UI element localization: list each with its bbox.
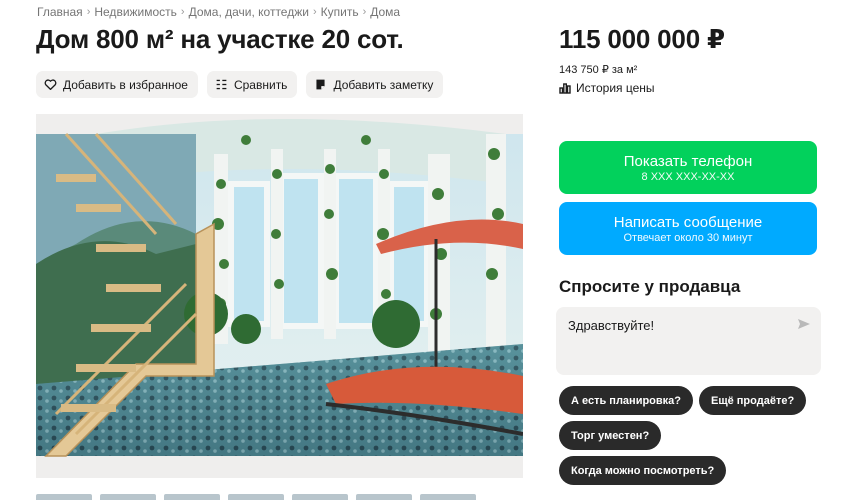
message-input[interactable] xyxy=(568,318,778,333)
breadcrumb-item-houses[interactable]: Дома xyxy=(370,5,400,19)
chevron-right-icon: › xyxy=(86,6,91,18)
quick-question-chip[interactable]: Торг уместен? xyxy=(559,421,662,450)
chart-icon xyxy=(559,83,571,94)
masked-phone: 8 XXX XXX-XX-XX xyxy=(641,170,735,183)
heart-icon xyxy=(44,79,57,91)
price-history-link[interactable]: История цены xyxy=(559,81,655,95)
photo-thumbnails xyxy=(36,494,476,500)
thumbnail[interactable] xyxy=(100,494,156,500)
write-message-label: Написать сообщение xyxy=(613,213,763,231)
quick-question-chip[interactable]: Ещё продаёте? xyxy=(699,386,807,415)
page-title: Дом 800 м² на участке 20 сот. xyxy=(36,24,404,54)
add-note-label: Добавить заметку xyxy=(333,77,434,92)
show-phone-label: Показать телефон xyxy=(623,152,753,170)
listing-actions: Добавить в избранное Сравнить Добавить з… xyxy=(36,71,444,98)
add-to-favorites-label: Добавить в избранное xyxy=(63,77,188,92)
compare-label: Сравнить xyxy=(233,77,288,92)
quick-question-chip[interactable]: Когда можно посмотреть? xyxy=(559,456,727,485)
breadcrumb-item-realty[interactable]: Недвижимость xyxy=(94,5,177,19)
compare-icon xyxy=(216,79,227,90)
price-per-sqm: 143 750 ₽ за м² xyxy=(559,64,638,76)
thumbnail[interactable] xyxy=(356,494,412,500)
quick-question-chip[interactable]: А есть планировка? xyxy=(559,386,693,415)
note-icon xyxy=(316,79,325,90)
breadcrumb-item-houses-dachas[interactable]: Дома, дачи, коттеджи xyxy=(189,5,309,19)
ask-seller-title: Спросите у продавца xyxy=(559,277,741,296)
chevron-right-icon: › xyxy=(180,6,185,18)
send-icon[interactable] xyxy=(797,317,811,331)
thumbnail[interactable] xyxy=(164,494,220,500)
ask-seller-box xyxy=(556,307,821,375)
add-note-button[interactable]: Добавить заметку xyxy=(306,71,444,98)
compare-button[interactable]: Сравнить xyxy=(206,71,298,98)
write-message-button[interactable]: Написать сообщение Отвечает около 30 мин… xyxy=(559,202,817,255)
show-phone-button[interactable]: Показать телефон 8 XXX XXX-XX-XX xyxy=(559,141,817,194)
chevron-right-icon: › xyxy=(362,6,367,18)
breadcrumb-item-home[interactable]: Главная xyxy=(37,5,83,19)
thumbnail[interactable] xyxy=(420,494,476,500)
thumbnail[interactable] xyxy=(228,494,284,500)
listing-photo[interactable] xyxy=(36,114,523,478)
thumbnail[interactable] xyxy=(36,494,92,500)
add-to-favorites-button[interactable]: Добавить в избранное xyxy=(36,71,198,98)
interior-photo-image xyxy=(36,114,523,478)
response-time: Отвечает около 30 минут xyxy=(623,231,753,244)
thumbnail[interactable] xyxy=(292,494,348,500)
chevron-right-icon: › xyxy=(312,6,317,18)
breadcrumb: Главная › Недвижимость › Дома, дачи, кот… xyxy=(37,5,400,19)
price-history-label: История цены xyxy=(576,81,655,95)
listing-price: 115 000 000 ₽ xyxy=(559,24,725,54)
breadcrumb-item-buy[interactable]: Купить xyxy=(321,5,359,19)
